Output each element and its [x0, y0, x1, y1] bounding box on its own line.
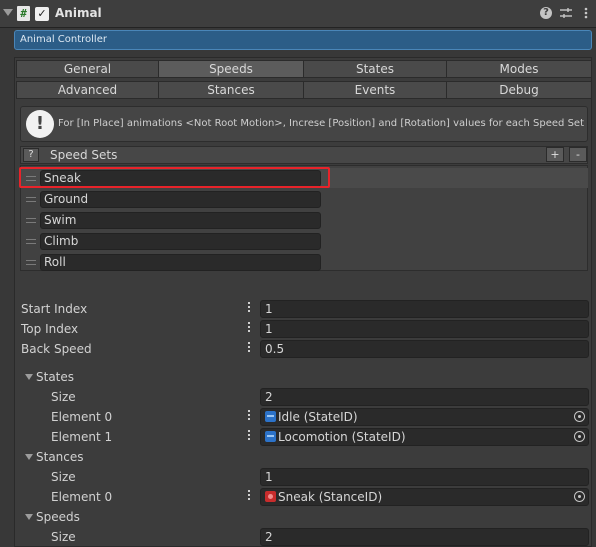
states-element-label: Element 0	[51, 410, 113, 424]
stances-element-field[interactable]: Sneak (StanceID)	[260, 488, 589, 506]
speed-set-item[interactable]: Climb	[40, 233, 321, 250]
kebab-menu-icon[interactable]	[248, 302, 251, 314]
help-button[interactable]: ?	[23, 148, 39, 162]
tab-modes[interactable]: Modes	[446, 60, 592, 78]
foldout-arrow-icon[interactable]	[25, 514, 33, 520]
kebab-menu-icon[interactable]	[248, 322, 251, 334]
selection-outline	[19, 167, 330, 188]
stances-element-label: Element 0	[51, 490, 113, 504]
start-index-field[interactable]: 1	[260, 300, 589, 318]
stances-size-label: Size	[51, 470, 76, 484]
component-header[interactable]: # ✓ Animal ?	[0, 0, 596, 28]
enable-checkbox[interactable]: ✓	[35, 7, 49, 21]
helpbox-text: For [In Place] animations <Not Root Moti…	[58, 118, 585, 129]
kebab-menu-icon[interactable]	[248, 410, 251, 422]
settings-sliders-icon[interactable]	[559, 6, 573, 20]
script-icon: #	[17, 6, 30, 21]
top-index-field[interactable]: 1	[260, 320, 589, 338]
stance-id-icon	[265, 491, 276, 502]
help-icon[interactable]: ?	[540, 7, 552, 19]
drag-handle-icon[interactable]	[26, 260, 36, 265]
object-picker-icon[interactable]	[574, 491, 585, 502]
state-id-icon	[265, 431, 276, 442]
back-speed-field[interactable]: 0.5	[260, 340, 589, 358]
speed-sets-header: ? Speed Sets + -	[20, 146, 588, 164]
speed-set-item[interactable]: Roll	[40, 254, 321, 271]
states-element-value: Idle (StateID)	[278, 410, 358, 424]
back-speed-label: Back Speed	[21, 342, 92, 356]
add-speed-set-button[interactable]: +	[546, 147, 564, 162]
foldout-arrow-icon[interactable]	[25, 374, 33, 380]
drag-handle-icon[interactable]	[26, 218, 36, 223]
kebab-menu-icon[interactable]	[248, 490, 251, 502]
speed-sets-title: Speed Sets	[50, 148, 118, 162]
states-size-field[interactable]: 2	[260, 388, 589, 406]
states-element-field[interactable]: Locomotion (StateID)	[260, 428, 589, 446]
speed-helpbox: ! For [In Place] animations <Not Root Mo…	[20, 106, 588, 142]
speeds-size-label: Size	[51, 530, 76, 544]
stances-element-value: Sneak (StanceID)	[278, 490, 383, 504]
states-size-label: Size	[51, 390, 76, 404]
remove-speed-set-button[interactable]: -	[569, 147, 587, 162]
tab-stances[interactable]: Stances	[158, 81, 304, 99]
tab-speeds[interactable]: Speeds	[158, 60, 304, 78]
tab-general[interactable]: General	[16, 60, 159, 78]
kebab-menu-icon[interactable]	[248, 430, 251, 442]
top-index-label: Top Index	[21, 322, 79, 336]
foldout-arrow-icon[interactable]	[3, 9, 13, 16]
states-foldout-label[interactable]: States	[36, 370, 74, 384]
controller-banner: Animal Controller	[14, 30, 592, 50]
states-element-label: Element 1	[51, 430, 113, 444]
object-picker-icon[interactable]	[574, 411, 585, 422]
speed-set-item[interactable]: Swim	[40, 212, 321, 229]
speeds-size-field[interactable]: 2	[260, 528, 589, 546]
state-id-icon	[265, 411, 276, 422]
foldout-arrow-icon[interactable]	[25, 454, 33, 460]
stances-size-field[interactable]: 1	[260, 468, 589, 486]
drag-handle-icon[interactable]	[26, 239, 36, 244]
drag-handle-icon[interactable]	[26, 197, 36, 202]
tab-events[interactable]: Events	[303, 81, 447, 99]
tab-debug[interactable]: Debug	[446, 81, 592, 99]
speed-set-item[interactable]: Ground	[40, 191, 321, 208]
stances-foldout-label[interactable]: Stances	[36, 450, 84, 464]
speeds-foldout-label[interactable]: Speeds	[36, 510, 80, 524]
object-picker-icon[interactable]	[574, 431, 585, 442]
kebab-menu-icon[interactable]	[248, 342, 251, 354]
tab-advanced[interactable]: Advanced	[16, 81, 159, 99]
states-element-field[interactable]: Idle (StateID)	[260, 408, 589, 426]
kebab-menu-icon[interactable]	[579, 6, 593, 20]
states-element-value: Locomotion (StateID)	[278, 430, 406, 444]
warning-info-icon: !	[26, 110, 54, 138]
start-index-label: Start Index	[21, 302, 88, 316]
tab-states[interactable]: States	[303, 60, 447, 78]
component-title: Animal	[55, 6, 102, 20]
